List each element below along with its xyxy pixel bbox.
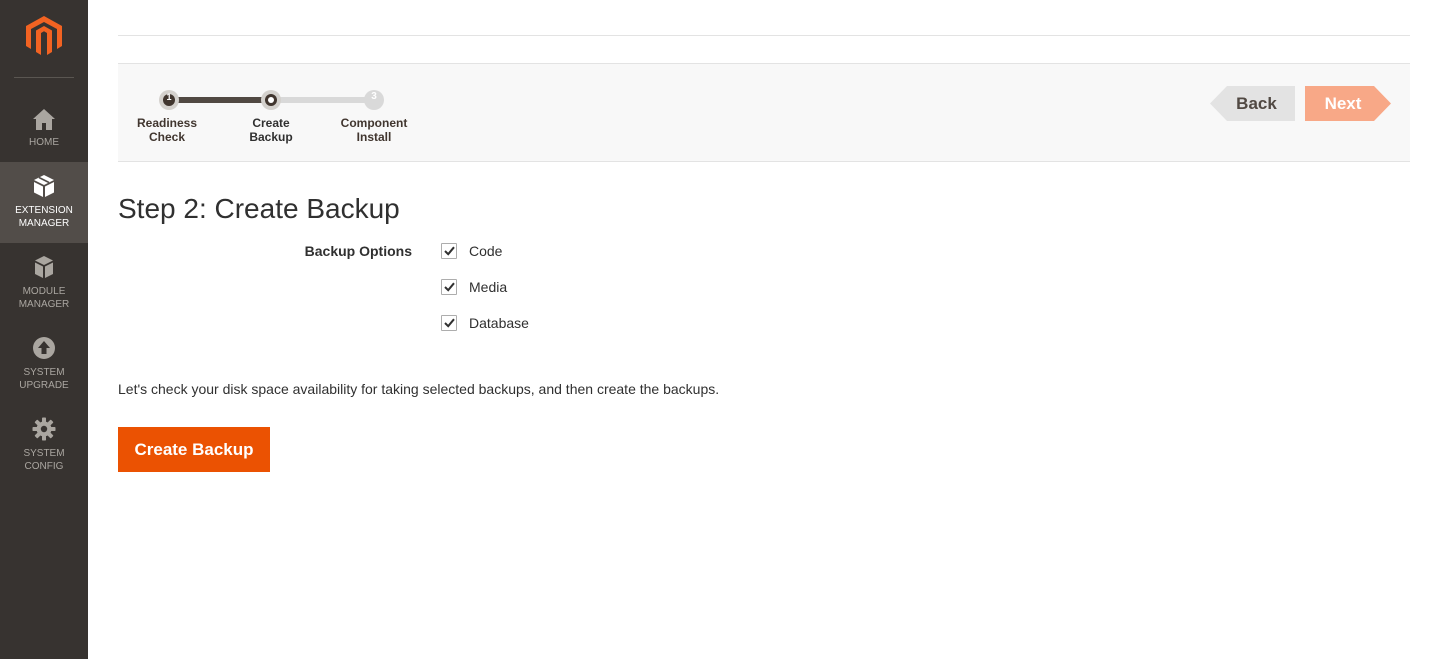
code-option-label: Code (469, 243, 503, 259)
module-box-icon (35, 256, 53, 278)
back-button[interactable]: Back (1210, 86, 1295, 121)
nav-item-module-manager[interactable]: MODULE MANAGER (0, 243, 88, 324)
nav-item-system-upgrade[interactable]: SYSTEM UPGRADE (0, 324, 88, 405)
home-icon (33, 109, 55, 130)
checkmark-icon (444, 318, 455, 328)
sidebar: HOME EXTENSION MANAGER MODULE MANAGER SY… (0, 0, 88, 659)
step-1-label[interactable]: Readiness Check (112, 116, 222, 144)
next-button-label: Next (1324, 94, 1362, 113)
step-3-label[interactable]: Component Install (319, 116, 429, 144)
nav-item-system-config[interactable]: SYSTEM CONFIG (0, 405, 88, 486)
progress-line-complete (169, 97, 271, 103)
wizard-navigation-bar: 1 Readiness Check Create Backup 3 Compon… (118, 63, 1410, 162)
database-option-label: Database (469, 315, 529, 331)
create-backup-button[interactable]: Create Backup (118, 427, 270, 472)
database-checkbox[interactable] (441, 315, 457, 331)
gear-icon (32, 417, 56, 441)
upgrade-arrow-icon (33, 337, 55, 359)
media-checkbox[interactable] (441, 279, 457, 295)
magento-logo[interactable] (26, 16, 62, 56)
logo-divider (14, 77, 74, 78)
checkmark-icon (444, 282, 455, 292)
step-2-label[interactable]: Create Backup (216, 116, 326, 144)
step-3-number: 3 (371, 91, 377, 102)
nav-label-extension-manager: EXTENSION MANAGER (15, 205, 73, 229)
back-button-label: Back (1236, 94, 1277, 113)
nav-label-system-upgrade: SYSTEM UPGRADE (19, 367, 69, 391)
extension-box-icon (34, 175, 54, 197)
code-checkbox[interactable] (441, 243, 457, 259)
nav-item-extension-manager[interactable]: EXTENSION MANAGER (0, 162, 88, 243)
backup-options-label: Backup Options (304, 243, 412, 259)
nav-label-home: HOME (29, 137, 59, 148)
step-2-current-indicator (268, 97, 274, 103)
step-1-number: 1 (166, 92, 172, 102)
nav-label-system-config: SYSTEM CONFIG (23, 448, 65, 472)
disk-space-info-text: Let's check your disk space availability… (118, 381, 720, 397)
progress-line-pending (271, 97, 374, 103)
media-option-label: Media (469, 279, 508, 295)
checkmark-icon (444, 246, 455, 256)
header-divider (118, 35, 1410, 36)
next-button[interactable]: Next (1305, 86, 1391, 121)
page-title: Step 2: Create Backup (118, 193, 400, 224)
nav-label-module-manager: MODULE MANAGER (18, 286, 70, 310)
